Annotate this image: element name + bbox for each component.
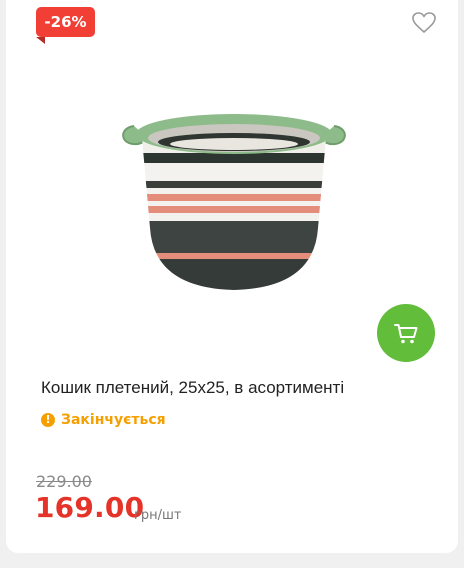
product-title[interactable]: Кошик плетений, 25x25, в асортименті xyxy=(41,378,441,398)
product-card[interactable]: -26% Кошик плетений, 25x25, в асортимент… xyxy=(6,0,458,553)
old-price: 229.00 xyxy=(36,472,92,491)
favorite-heart-icon[interactable] xyxy=(411,11,437,35)
stock-status-label: Закінчується xyxy=(61,412,166,428)
price-unit: грн/шт xyxy=(134,508,182,523)
exclamation-circle-icon: ! xyxy=(41,413,55,427)
current-price: 169.00 xyxy=(35,491,145,524)
stock-status: ! Закінчується xyxy=(41,411,166,429)
product-image[interactable] xyxy=(114,78,354,304)
discount-badge: -26% xyxy=(36,7,95,44)
shopping-cart-icon xyxy=(394,324,418,344)
add-to-cart-button[interactable] xyxy=(377,304,435,362)
